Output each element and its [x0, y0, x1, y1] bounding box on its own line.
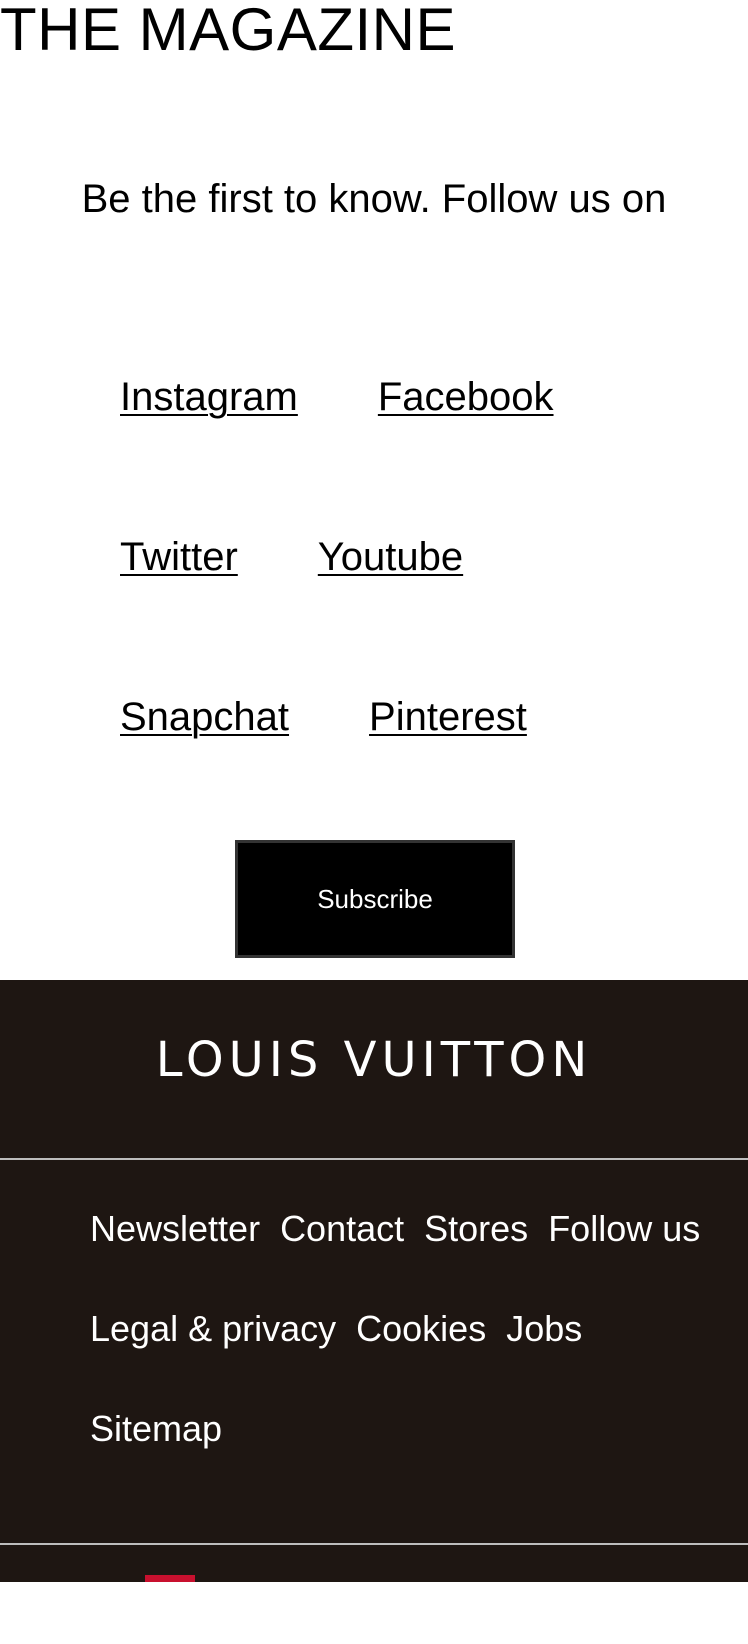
footer-link-contact[interactable]: Contact	[280, 1208, 404, 1250]
twitter-link[interactable]: Twitter	[120, 534, 238, 580]
facebook-link[interactable]: Facebook	[378, 374, 554, 420]
footer-link-jobs[interactable]: Jobs	[506, 1308, 582, 1350]
footer-link-stores[interactable]: Stores	[424, 1208, 528, 1250]
footer-divider	[0, 1543, 748, 1545]
instagram-link[interactable]: Instagram	[120, 374, 298, 420]
snapchat-link[interactable]: Snapchat	[120, 694, 289, 740]
magazine-title: THE MAGAZINE	[0, 0, 457, 63]
footer-nav: Newsletter Contact Stores Follow us Lega…	[90, 1208, 730, 1450]
footer-link-cookies[interactable]: Cookies	[356, 1308, 486, 1350]
social-links-row: Snapchat Pinterest	[120, 694, 527, 740]
country-flag-icon[interactable]	[145, 1575, 195, 1582]
brand-logo[interactable]: LOUIS VUITTON	[0, 1032, 748, 1088]
footer-link-legal-privacy[interactable]: Legal & privacy	[90, 1308, 336, 1350]
footer-link-sitemap[interactable]: Sitemap	[90, 1408, 222, 1450]
youtube-link[interactable]: Youtube	[318, 534, 463, 580]
footer-link-follow-us[interactable]: Follow us	[548, 1208, 700, 1250]
footer-divider	[0, 1158, 748, 1160]
footer-link-newsletter[interactable]: Newsletter	[90, 1208, 260, 1250]
site-footer: LOUIS VUITTON Newsletter Contact Stores …	[0, 980, 748, 1582]
social-links-row: Twitter Youtube	[120, 534, 463, 580]
follow-us-text: Be the first to know. Follow us on	[81, 177, 667, 221]
pinterest-link[interactable]: Pinterest	[369, 694, 527, 740]
social-links-row: Instagram Facebook	[120, 374, 554, 420]
subscribe-button[interactable]: Subscribe	[235, 840, 515, 958]
